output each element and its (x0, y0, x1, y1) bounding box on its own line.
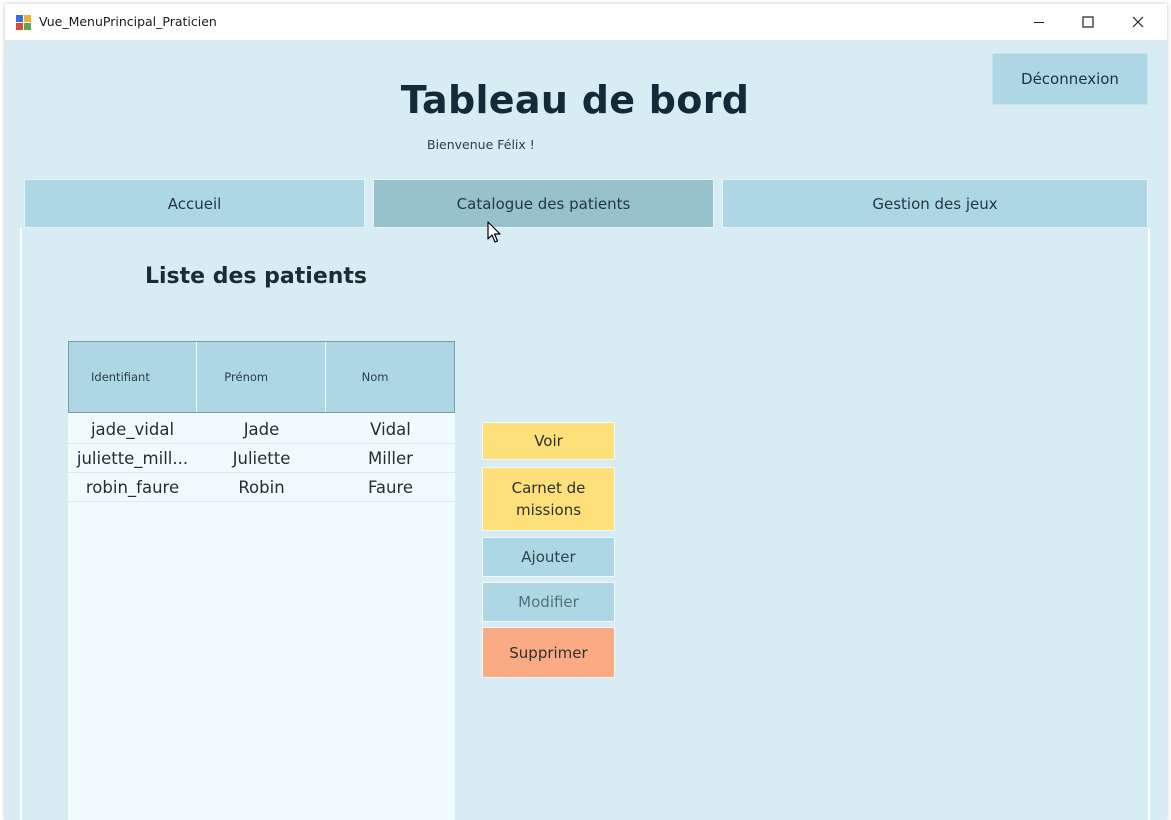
welcome-message: Bienvenue Félix ! (427, 137, 535, 152)
page-title: Tableau de bord (400, 78, 750, 122)
cell-prenom[interactable]: Robin (197, 473, 326, 501)
modifier-button[interactable]: Modifier (482, 582, 615, 622)
tab-accueil[interactable]: Accueil (24, 179, 365, 228)
client-area: Déconnexion Tableau de bord Bienvenue Fé… (5, 40, 1167, 820)
minimize-icon (1034, 22, 1044, 23)
table-row[interactable]: robin_faure Robin Faure (68, 473, 455, 502)
tab-gestion-jeux[interactable]: Gestion des jeux (722, 179, 1148, 228)
app-window: Vue_MenuPrincipal_Praticien Déconnexion … (5, 4, 1167, 820)
logout-button[interactable]: Déconnexion (992, 53, 1148, 105)
window-title: Vue_MenuPrincipal_Praticien (39, 14, 217, 29)
close-icon (1132, 16, 1144, 28)
title-bar[interactable]: Vue_MenuPrincipal_Praticien (5, 4, 1167, 40)
patient-grid[interactable]: Identifiant Prénom Nom jade_vidal Jade V… (68, 341, 455, 820)
voir-button[interactable]: Voir (482, 422, 615, 460)
cell-prenom[interactable]: Juliette (197, 444, 326, 472)
patient-list-title: Liste des patients (145, 264, 368, 289)
cell-identifiant[interactable]: juliette_mill... (68, 444, 197, 472)
minimize-button[interactable] (1016, 4, 1062, 40)
tab-catalogue-patients[interactable]: Catalogue des patients (373, 179, 714, 228)
maximize-button[interactable] (1065, 4, 1111, 40)
cell-prenom[interactable]: Jade (197, 415, 326, 443)
table-row[interactable]: juliette_mill... Juliette Miller (68, 444, 455, 473)
cell-nom[interactable]: Miller (326, 444, 455, 472)
column-header-prenom[interactable]: Prénom (197, 342, 326, 412)
maximize-icon (1082, 16, 1094, 28)
cell-nom[interactable]: Faure (326, 473, 455, 501)
close-button[interactable] (1115, 4, 1161, 40)
cell-identifiant[interactable]: jade_vidal (68, 415, 197, 443)
table-row[interactable]: jade_vidal Jade Vidal (68, 415, 455, 444)
carnet-de-missions-button[interactable]: Carnet de missions (482, 467, 615, 531)
cell-nom[interactable]: Vidal (326, 415, 455, 443)
column-header-nom[interactable]: Nom (326, 342, 454, 412)
ajouter-button[interactable]: Ajouter (482, 537, 615, 577)
grid-header: Identifiant Prénom Nom (68, 341, 455, 413)
cell-identifiant[interactable]: robin_faure (68, 473, 197, 501)
column-header-identifiant[interactable]: Identifiant (69, 342, 198, 412)
app-icon (16, 15, 31, 30)
mouse-cursor-icon (487, 221, 501, 243)
supprimer-button[interactable]: Supprimer (482, 627, 615, 678)
